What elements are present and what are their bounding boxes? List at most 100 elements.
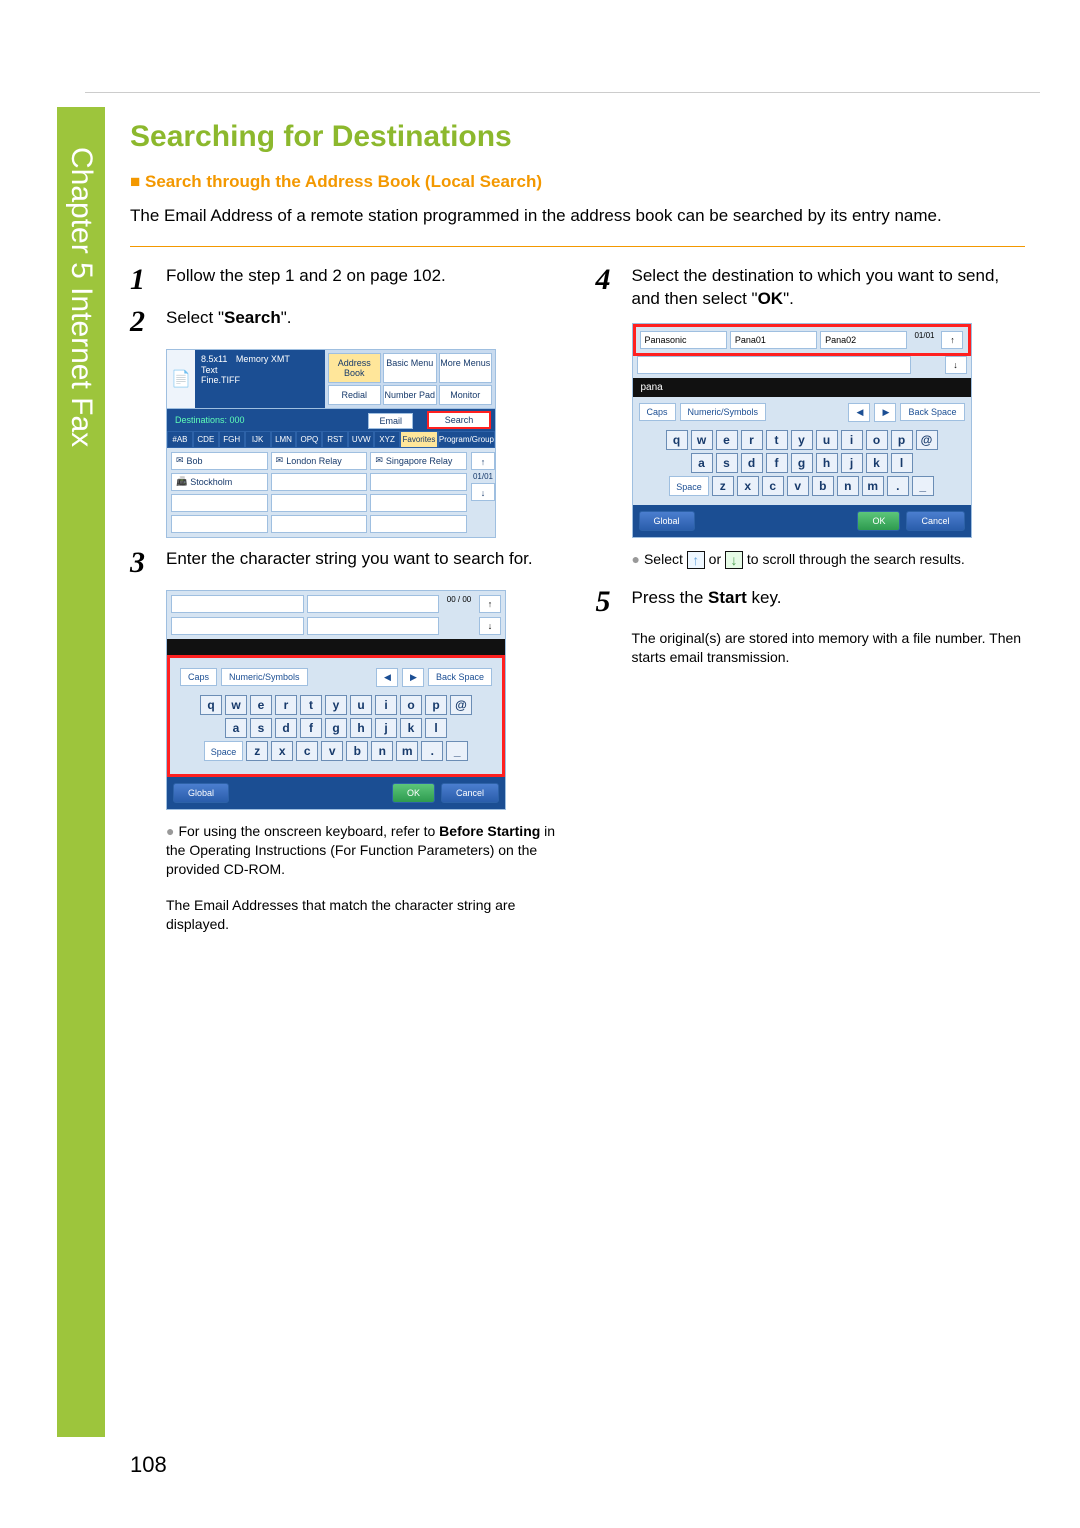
key-g[interactable]: g <box>791 453 813 473</box>
key-o[interactable]: o <box>866 430 888 450</box>
key-q[interactable]: q <box>666 430 688 450</box>
arrow-down-icon[interactable]: ↓ <box>471 483 495 501</box>
caps-button[interactable]: Caps <box>639 403 676 421</box>
tab-address-book[interactable]: Address Book <box>328 353 382 383</box>
key-b[interactable]: b <box>346 741 368 761</box>
key-s[interactable]: s <box>250 718 272 738</box>
tab-more-menus[interactable]: More Menus <box>439 353 493 383</box>
key-t[interactable]: t <box>766 430 788 450</box>
arrow-left-icon[interactable]: ◀ <box>848 403 870 422</box>
contact-item[interactable]: ✉ Bob <box>171 452 268 470</box>
key-k[interactable]: k <box>400 718 422 738</box>
result-slot[interactable] <box>307 595 440 613</box>
key-x[interactable]: x <box>271 741 293 761</box>
key-@[interactable]: @ <box>916 430 938 450</box>
key-h[interactable]: h <box>816 453 838 473</box>
key-d[interactable]: d <box>741 453 763 473</box>
key-n[interactable]: n <box>371 741 393 761</box>
idx-favorites[interactable]: Favorites <box>400 431 438 448</box>
space-button[interactable]: Space <box>669 476 709 496</box>
arrow-up-icon[interactable]: ↑ <box>941 331 963 349</box>
arrow-down-icon[interactable]: ↓ <box>945 356 967 374</box>
idx-program-group[interactable]: Program/Group <box>438 431 495 448</box>
key-l[interactable]: l <box>891 453 913 473</box>
cancel-button[interactable]: Cancel <box>441 783 499 803</box>
arrow-up-icon[interactable]: ↑ <box>479 595 501 613</box>
arrow-up-icon[interactable]: ↑ <box>471 452 495 470</box>
key-.[interactable]: . <box>421 741 443 761</box>
search-button-highlighted[interactable]: Search <box>427 411 491 429</box>
arrow-right-icon[interactable]: ▶ <box>402 668 424 687</box>
key-x[interactable]: x <box>737 476 759 496</box>
arrow-down-icon[interactable]: ↓ <box>479 617 501 635</box>
contact-item[interactable]: 📠 Stockholm <box>171 473 268 491</box>
idx-ab[interactable]: #AB <box>167 431 193 448</box>
idx-uvw[interactable]: UVW <box>348 431 374 448</box>
key-f[interactable]: f <box>766 453 788 473</box>
key-_[interactable]: _ <box>446 741 468 761</box>
key-j[interactable]: j <box>375 718 397 738</box>
key-e[interactable]: e <box>716 430 738 450</box>
key-j[interactable]: j <box>841 453 863 473</box>
key-r[interactable]: r <box>275 695 297 715</box>
key-v[interactable]: v <box>787 476 809 496</box>
contact-item-empty[interactable] <box>171 494 268 512</box>
result-slot[interactable] <box>171 595 304 613</box>
key-i[interactable]: i <box>375 695 397 715</box>
key-_[interactable]: _ <box>912 476 934 496</box>
ok-button[interactable]: OK <box>392 783 435 803</box>
result-slot[interactable]: Pana01 <box>730 331 817 349</box>
key-v[interactable]: v <box>321 741 343 761</box>
idx-rst[interactable]: RST <box>322 431 348 448</box>
key-d[interactable]: d <box>275 718 297 738</box>
caps-button[interactable]: Caps <box>180 668 217 686</box>
numeric-symbols-button[interactable]: Numeric/Symbols <box>221 668 308 686</box>
key-f[interactable]: f <box>300 718 322 738</box>
key-z[interactable]: z <box>712 476 734 496</box>
idx-xyz[interactable]: XYZ <box>374 431 400 448</box>
key-l[interactable]: l <box>425 718 447 738</box>
key-i[interactable]: i <box>841 430 863 450</box>
result-slot[interactable]: Panasonic <box>640 331 727 349</box>
contact-item-empty[interactable] <box>370 473 467 491</box>
key-b[interactable]: b <box>812 476 834 496</box>
idx-ijk[interactable]: IJK <box>245 431 271 448</box>
key-w[interactable]: w <box>691 430 713 450</box>
key-r[interactable]: r <box>741 430 763 450</box>
numeric-symbols-button[interactable]: Numeric/Symbols <box>680 403 767 421</box>
tab-number-pad[interactable]: Number Pad <box>383 385 437 405</box>
idx-opq[interactable]: OPQ <box>296 431 322 448</box>
key-w[interactable]: w <box>225 695 247 715</box>
key-c[interactable]: c <box>296 741 318 761</box>
result-slot[interactable] <box>307 617 440 635</box>
key-a[interactable]: a <box>225 718 247 738</box>
contact-item-empty[interactable] <box>370 494 467 512</box>
key-t[interactable]: t <box>300 695 322 715</box>
global-button[interactable]: Global <box>639 511 695 531</box>
key-m[interactable]: m <box>862 476 884 496</box>
arrow-left-icon[interactable]: ◀ <box>376 668 398 687</box>
key-h[interactable]: h <box>350 718 372 738</box>
key-@[interactable]: @ <box>450 695 472 715</box>
key-z[interactable]: z <box>246 741 268 761</box>
idx-fgh[interactable]: FGH <box>219 431 245 448</box>
key-p[interactable]: p <box>425 695 447 715</box>
result-slot[interactable] <box>637 356 911 374</box>
key-u[interactable]: u <box>816 430 838 450</box>
key-o[interactable]: o <box>400 695 422 715</box>
arrow-right-icon[interactable]: ▶ <box>874 403 896 422</box>
key-y[interactable]: y <box>791 430 813 450</box>
backspace-button[interactable]: Back Space <box>428 668 492 686</box>
backspace-button[interactable]: Back Space <box>900 403 964 421</box>
tab-email[interactable]: Email <box>368 413 413 429</box>
key-n[interactable]: n <box>837 476 859 496</box>
tab-redial[interactable]: Redial <box>328 385 382 405</box>
key-y[interactable]: y <box>325 695 347 715</box>
key-m[interactable]: m <box>396 741 418 761</box>
key-s[interactable]: s <box>716 453 738 473</box>
key-a[interactable]: a <box>691 453 713 473</box>
tab-basic-menu[interactable]: Basic Menu <box>383 353 437 383</box>
result-slot[interactable] <box>171 617 304 635</box>
cancel-button[interactable]: Cancel <box>906 511 964 531</box>
idx-cde[interactable]: CDE <box>193 431 219 448</box>
